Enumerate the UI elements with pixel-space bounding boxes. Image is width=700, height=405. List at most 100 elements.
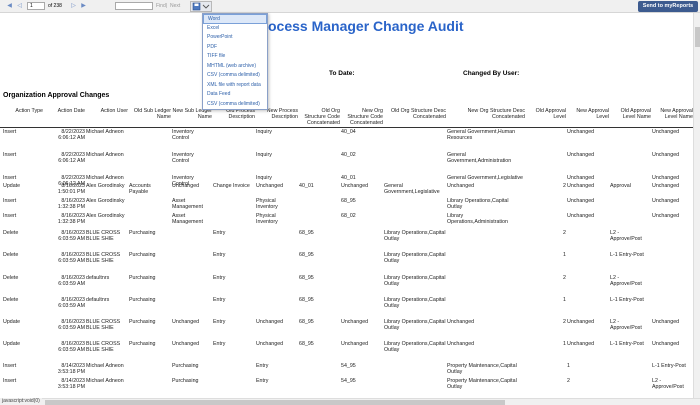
find-input[interactable] — [115, 2, 153, 10]
table-cell: Property Maintenance,Capital Outlay — [447, 378, 517, 391]
vertical-scrollbar[interactable] — [693, 13, 700, 398]
table-cell: L-1 Entry-Post — [652, 363, 686, 369]
horizontal-scroll-thumb[interactable] — [45, 400, 505, 405]
section-title: Organization Approval Changes — [3, 92, 110, 99]
table-cell: Unchanged — [652, 213, 680, 219]
table-cell: Alex Gorodinsky — [86, 183, 125, 189]
table-cell: L2 - Approve/Post — [610, 275, 642, 288]
table-cell: Update — [3, 319, 21, 325]
table-cell: 1 — [563, 297, 566, 303]
table-cell: Purchasing — [129, 341, 156, 347]
vertical-scroll-thumb[interactable] — [695, 27, 700, 47]
table-cell: Purchasing — [129, 297, 156, 303]
table-cell: 8/16/2023 6:03:59 AM — [58, 297, 85, 310]
table-cell: Unchanged — [567, 175, 595, 181]
horizontal-scrollbar[interactable] — [0, 398, 700, 405]
table-cell: Unchanged — [652, 175, 680, 181]
export-option[interactable]: PowerPoint — [203, 33, 267, 43]
find-link[interactable]: Find — [156, 2, 166, 11]
table-cell: 8/16/2023 1:32:38 PM — [57, 213, 85, 226]
table-cell: Unchanged — [652, 341, 680, 347]
find-separator: | — [166, 3, 168, 9]
table-cell: BLUE CROSS BLUE SHIE — [86, 252, 121, 265]
status-bar-text: javascript:void(0) — [0, 398, 42, 405]
table-cell: Insert — [3, 213, 17, 219]
table-cell: Entry — [213, 230, 226, 236]
table-cell: Library Operations,Capital Outlay — [384, 319, 446, 332]
export-option[interactable]: MHTML (web archive) — [203, 62, 267, 72]
export-option[interactable]: Word — [203, 14, 267, 24]
export-disk-icon — [192, 2, 210, 11]
export-option[interactable]: CSV (comma delimited) — [203, 71, 267, 81]
export-option[interactable]: Excel — [203, 24, 267, 34]
table-cell: Property Maintenance,Capital Outlay — [447, 363, 517, 376]
changed-by-user-label: Changed By User: — [463, 70, 520, 77]
table-cell: Entry — [213, 275, 226, 281]
next-page-icon[interactable]: ▷ — [70, 2, 77, 11]
table-cell: Michael Adneon — [86, 152, 124, 158]
table-cell: Insert — [3, 363, 17, 369]
table-cell: L-1 Entry-Post — [610, 252, 644, 258]
table-cell: Delete — [3, 275, 19, 281]
table-cell: Purchasing — [129, 230, 156, 236]
page-number-input[interactable] — [27, 2, 45, 10]
table-cell: 68_02 — [341, 213, 356, 219]
table-cell: Inquiry — [256, 175, 272, 181]
table-cell: 68_95 — [299, 341, 314, 347]
column-header: Old Approval Level — [535, 108, 566, 121]
table-cell: Asset Management — [172, 213, 203, 226]
table-cell: Insert — [3, 378, 17, 384]
table-cell: 2 — [563, 230, 566, 236]
export-button[interactable] — [190, 1, 212, 12]
table-cell: Physical Inventory — [256, 198, 278, 211]
table-cell: 8/22/2023 6:06:12 AM — [58, 129, 85, 142]
table-cell: Insert — [3, 129, 17, 135]
table-cell: Entry — [213, 341, 226, 347]
table-cell: Unchanged — [567, 319, 595, 325]
table-cell: Unchanged — [256, 319, 284, 325]
last-page-icon[interactable]: ▶ — [80, 2, 87, 11]
table-cell: General Government,Administration — [447, 152, 512, 165]
first-page-icon[interactable]: ◀ — [6, 2, 13, 11]
table-cell: Unchanged — [256, 183, 284, 189]
table-cell: 40_02 — [341, 152, 356, 158]
export-option[interactable]: Data Feed — [203, 90, 267, 100]
export-option[interactable]: TIFF file — [203, 52, 267, 62]
table-cell: Unchanged — [567, 341, 595, 347]
table-cell: Michael Adneon — [86, 129, 124, 135]
table-cell: Unchanged — [567, 152, 595, 158]
table-cell: Unchanged — [341, 319, 369, 325]
table-cell: Update — [3, 183, 21, 189]
table-cell: 2 — [563, 183, 566, 189]
table-cell: Unchanged — [567, 198, 595, 204]
table-cell: Unchanged — [172, 319, 200, 325]
table-cell: Alex Gorodinsky — [86, 213, 125, 219]
export-option[interactable]: XML file with report data — [203, 81, 267, 91]
table-cell: 2 — [563, 275, 566, 281]
table-cell: Unchanged — [652, 129, 680, 135]
table-cell: 68_95 — [299, 230, 314, 236]
table-cell: Unchanged — [652, 183, 680, 189]
find-next-link[interactable]: Next — [170, 2, 180, 11]
table-cell: Delete — [3, 230, 19, 236]
send-to-myreports-button[interactable]: Send to myReports — [638, 1, 698, 12]
table-cell: Update — [3, 341, 21, 347]
table-cell: Unchanged — [341, 183, 369, 189]
table-cell: General Government,Human Resources — [447, 129, 516, 142]
previous-page-icon[interactable]: ◁ — [16, 2, 23, 11]
table-cell: L2 - Approve/Post — [610, 319, 642, 332]
table-cell: Michael Adneon — [86, 363, 124, 369]
page-count: of 238 — [48, 3, 62, 9]
export-format-menu: Word Excel PowerPoint PDF TIFF file MHTML (we… — [202, 13, 268, 110]
table-header-row: Action Type Action Date Action User Old Sub… — [0, 108, 693, 128]
export-option[interactable]: CSV (comma delimited) — [203, 100, 267, 110]
table-cell: Entry — [213, 252, 226, 258]
export-option[interactable]: PDF — [203, 43, 267, 53]
table-cell: 40_01 — [341, 175, 356, 181]
table-cell: 40_01 — [299, 183, 314, 189]
table-cell: Unchanged — [172, 341, 200, 347]
table-cell: L-1 Entry-Post — [610, 297, 644, 303]
table-cell: 54_95 — [341, 378, 356, 384]
table-cell: 8/16/2023 1:50:01 PM — [57, 183, 85, 196]
table-cell: Unchanged — [567, 129, 595, 135]
